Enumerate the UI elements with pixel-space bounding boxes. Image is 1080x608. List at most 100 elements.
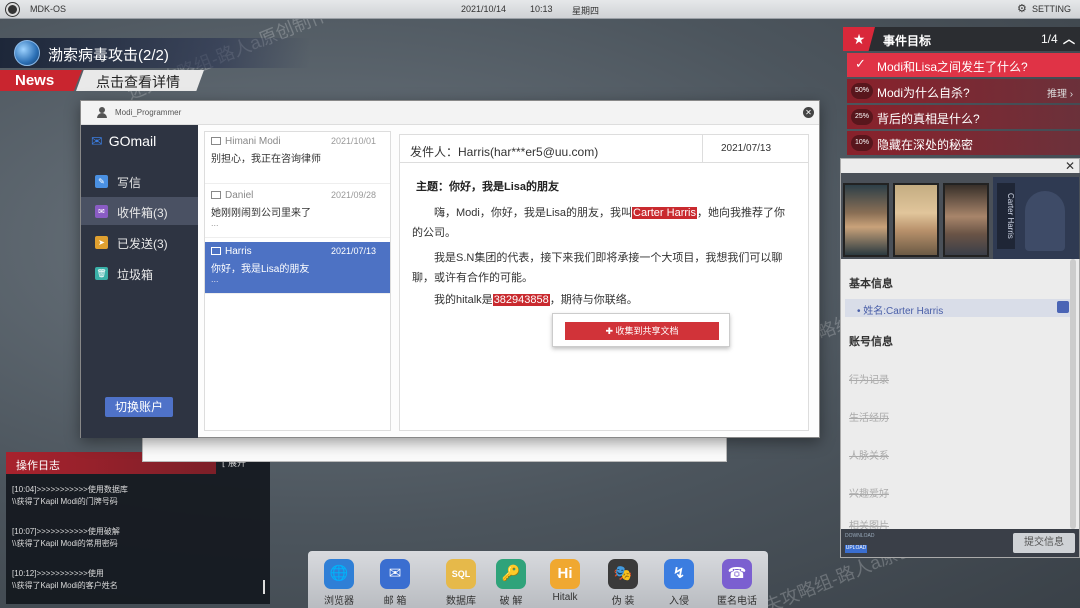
message-from: Himani Modi (225, 136, 281, 147)
objectives-progress: 1/4 (1041, 32, 1058, 46)
nav-label: 垃圾箱 (117, 268, 154, 282)
database-icon: SQL (446, 559, 476, 589)
objective-deduce-hint[interactable]: 推理 › (1047, 85, 1073, 100)
body-text: ，她向我推荐了你 (696, 207, 785, 219)
switch-account-button[interactable]: 切换账户 (105, 397, 173, 417)
gomail-logo: ✉ GOmail (91, 133, 156, 150)
mail-sidebar: ✉ GOmail ✎ 写信 ✉ 收件箱(3) ➤ 已发送(3) 🗑 垃圾箱 切换账… (81, 125, 198, 438)
key-icon: 🔑 (496, 559, 526, 589)
objective-item[interactable]: 25% 背后的真相是什么? (847, 105, 1080, 129)
character-portrait[interactable] (893, 183, 939, 257)
log-entry-result: \\获得了Kapil Modi的门牌号码 (12, 497, 118, 506)
locked-info-item: 行为记录 (849, 375, 889, 386)
name-field-row[interactable]: • 姓名:Carter Harris (845, 299, 1071, 317)
log-entry: [10:12]>>>>>>>>>>>使用 \\获得了Kapil Modi的客户姓… (12, 568, 118, 592)
reader-paragraph: 我是S.N集团的代表，接下来我们即将承接一个大项目，我想我们可以聊 聊，或许有合作… (412, 248, 802, 288)
setting-button[interactable]: SETTING (1032, 4, 1071, 14)
system-time: 10:13 (530, 4, 553, 14)
check-icon: ✓ (855, 56, 866, 71)
operation-log-panel: 操作日志 ⌊ 展开 [10:04]>>>>>>>>>>>使用数据库 \\获得了K… (6, 452, 270, 604)
log-entry-result: \\获得了Kapil Modi的常用密码 (12, 539, 118, 548)
objective-item[interactable]: 10% 隐藏在深处的秘密 (847, 131, 1080, 155)
dock-app-label: 入侵 (669, 596, 689, 607)
news-headline: 渤索病毒攻击(2/2) (48, 47, 169, 64)
nav-label: 收件箱(3) (117, 206, 168, 220)
objective-text: Modi和Lisa之间发生了什么? (877, 60, 1028, 74)
phone-icon: ☎ (722, 559, 752, 589)
character-portrait[interactable] (843, 183, 889, 257)
objectives-title: 事件目标 (883, 34, 932, 48)
dock-app-label: 数据库 (446, 596, 476, 607)
log-entry-result: \\获得了Kapil Modi的客户姓名 (12, 581, 118, 590)
dock-app-hitalk[interactable]: Hi Hitalk (540, 555, 590, 605)
collect-to-shared-doc-button[interactable]: ✚ 收集到共享文档 (565, 322, 719, 340)
reader-header: 发件人：Harris(har***er5@uu.com) 2021/07/13 (400, 135, 808, 163)
edit-field-button[interactable] (1057, 301, 1069, 313)
character-portrait-selected[interactable]: Carter Harris (993, 177, 1079, 259)
app-dock: 🌐 浏览器 ✉ 邮 箱 SQL 数据库 🔑 破 解 Hi Hitalk 🎭 伪 … (308, 551, 768, 608)
dock-app-mail[interactable]: ✉ 邮 箱 (370, 555, 420, 607)
message-from: Daniel (225, 190, 254, 201)
mask-icon: 🎭 (608, 559, 638, 589)
dock-app-disguise[interactable]: 🎭 伪 装 (598, 555, 648, 607)
log-entry-action: [10:04]>>>>>>>>>>>使用数据库 (12, 485, 128, 494)
nav-inbox[interactable]: ✉ 收件箱(3) (81, 197, 198, 225)
dock-app-label: 浏览器 (324, 596, 354, 607)
chevron-up-icon[interactable]: ︿ (1063, 30, 1075, 47)
submit-info-button[interactable]: 提交信息 (1013, 533, 1075, 553)
os-name: MDK-OS (30, 4, 66, 14)
log-scrollbar[interactable] (263, 580, 265, 594)
message-item-selected[interactable]: Harris 2021/07/13 你好，我是Lisa的朋友 ... (205, 242, 390, 294)
profile-footer: DOWNLOAD UPLOAD 提交信息 (841, 529, 1079, 557)
dock-app-label: 邮 箱 (383, 596, 407, 607)
mail-logo-icon: ✉ (91, 133, 103, 149)
star-icon: ★ (843, 27, 875, 51)
dock-app-intrude[interactable]: ↯ 入侵 (654, 555, 704, 607)
dock-app-crack[interactable]: 🔑 破 解 (486, 555, 536, 607)
objective-item[interactable]: 50% Modi为什么自杀? 推理 › (847, 79, 1080, 103)
log-entry: [10:04]>>>>>>>>>>>使用数据库 \\获得了Kapil Modi的… (12, 484, 128, 508)
gear-icon[interactable]: ⚙ (1017, 2, 1027, 15)
background-window (142, 436, 727, 462)
message-item[interactable]: Himani Modi 2021/10/01 别担心，我正在咨询律师 (205, 132, 390, 184)
log-entry-action: [10:07]>>>>>>>>>>>使用破解 (12, 527, 120, 536)
highlighted-name[interactable]: Carter Harris (632, 207, 697, 219)
objective-text: 背后的真相是什么? (877, 112, 980, 126)
download-label: DOWNLOAD (845, 533, 875, 539)
dock-app-label: 匿名电话 (717, 596, 757, 607)
body-text: 聊，或许有合作的可能。 (412, 272, 533, 284)
nav-trash[interactable]: 🗑 垃圾箱 (81, 259, 198, 287)
message-date: 2021/10/01 (331, 136, 377, 146)
close-window-button[interactable]: ✕ (803, 107, 814, 118)
objective-item[interactable]: ✓ Modi和Lisa之间发生了什么? (847, 53, 1080, 77)
objectives-header[interactable]: ★ 事件目标 1/4 ︿ (843, 27, 1080, 51)
send-icon: ➤ (95, 236, 108, 249)
message-snippet: 她刚刚闹到公司里来了 (211, 208, 311, 219)
dock-app-anon-call[interactable]: ☎ 匿名电话 (712, 555, 762, 607)
close-icon[interactable]: ✕ (1065, 159, 1075, 173)
nav-label: 写信 (117, 176, 142, 190)
os-logo-icon (6, 3, 19, 16)
objective-progress-badge: 10% (851, 135, 873, 151)
highlighted-hitalk-id[interactable]: 382943858 (492, 294, 550, 306)
globe-icon (14, 40, 40, 66)
account-info-heading: 账号信息 (849, 336, 893, 348)
message-item[interactable]: Daniel 2021/09/28 她刚刚闹到公司里来了 ... (205, 186, 390, 238)
name-field-value: • 姓名:Carter Harris (857, 306, 944, 317)
log-entry-action: [10:12]>>>>>>>>>>>使用 (12, 569, 104, 578)
inbox-icon: ✉ (95, 205, 108, 218)
dock-app-browser[interactable]: 🌐 浏览器 (314, 555, 364, 607)
profile-scrollbar[interactable] (1070, 259, 1076, 529)
locked-info-item: 生活经历 (849, 413, 889, 424)
message-snippet: 别担心，我正在咨询律师 (211, 154, 321, 165)
dock-app-label: Hitalk (552, 592, 578, 603)
character-portrait[interactable] (943, 183, 989, 257)
nav-compose[interactable]: ✎ 写信 (81, 167, 198, 195)
dock-app-database[interactable]: SQL 数据库 (436, 555, 486, 607)
objectives-panel: ★ 事件目标 1/4 ︿ ✓ Modi和Lisa之间发生了什么? 50% Mod… (843, 27, 1080, 157)
news-details-link[interactable]: 点击查看详情 (76, 70, 204, 91)
chat-icon: Hi (550, 559, 580, 589)
nav-sent[interactable]: ➤ 已发送(3) (81, 228, 198, 256)
envelope-icon (211, 137, 221, 145)
context-menu: ✚ 收集到共享文档 (552, 313, 730, 347)
